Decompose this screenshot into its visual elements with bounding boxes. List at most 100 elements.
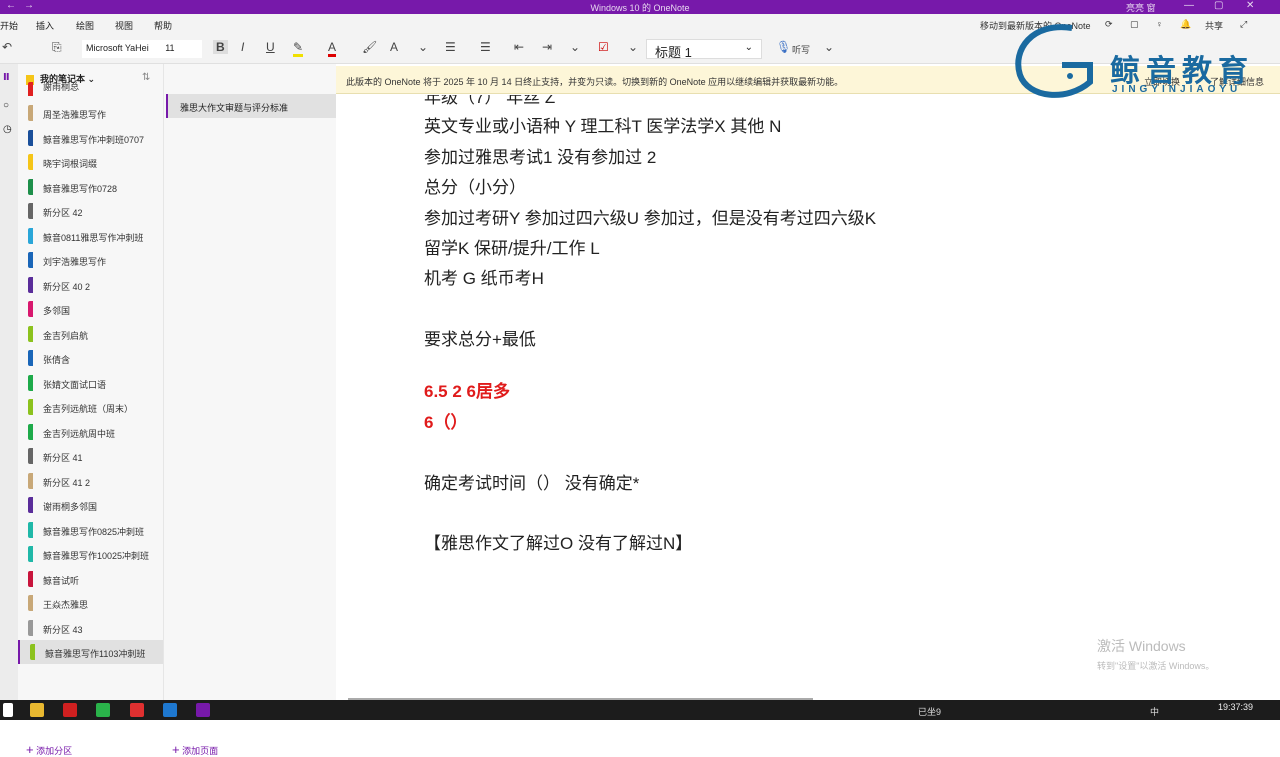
user-name[interactable]: 亮亮 窗: [1126, 1, 1156, 14]
section-item[interactable]: 周圣浩雅思写作: [18, 101, 163, 125]
note-line[interactable]: 6.5 2 6居多: [424, 377, 510, 402]
clear-format-icon[interactable]: A: [390, 40, 398, 54]
underline-button[interactable]: U: [266, 40, 275, 54]
microphone-icon[interactable]: 🎙: [776, 40, 791, 54]
section-color-tab: [28, 129, 33, 146]
wechat-icon[interactable]: [96, 703, 110, 717]
tab-draw[interactable]: 绘图: [76, 19, 94, 32]
note-line[interactable]: 要求总分+最低: [424, 325, 536, 350]
section-item[interactable]: 王焱杰雅思: [18, 591, 163, 615]
expand-icon[interactable]: ⤢: [1240, 19, 1247, 30]
section-item[interactable]: 新分区 43: [18, 616, 163, 640]
share-button[interactable]: 共享: [1205, 19, 1223, 32]
bold-button[interactable]: B: [213, 40, 228, 54]
maximize-button[interactable]: ▢: [1214, 0, 1223, 11]
section-item[interactable]: 新分区 40 2: [18, 273, 163, 297]
search-icon[interactable]: ○: [3, 100, 9, 111]
chevron-down-icon[interactable]: ⌄: [628, 40, 638, 54]
section-label: 王焱杰雅思: [43, 600, 89, 610]
minimize-button[interactable]: —: [1184, 0, 1194, 11]
section-item[interactable]: 鲸音雅思写作0825冲刺班: [18, 518, 163, 542]
note-content[interactable]: 年级（7） 年丝 Z 英文专业或小语种 Y 理工科T 医学法学X 其他 N 参加过雅…: [336, 95, 1280, 700]
ime-indicator[interactable]: 中: [1150, 705, 1159, 718]
chevron-down-icon[interactable]: ⌄: [418, 40, 428, 54]
note-line[interactable]: 总分（小分）: [424, 173, 526, 198]
italic-button[interactable]: I: [241, 40, 244, 54]
tab-insert[interactable]: 插入: [36, 19, 54, 32]
chevron-down-icon[interactable]: ⌄: [824, 40, 834, 54]
file-explorer-icon[interactable]: [30, 703, 44, 717]
indent-icon[interactable]: ⇥: [542, 40, 552, 54]
end-of-support-banner: 此版本的 OneNote 将于 2025 年 10 月 14 日终止支持，并变为…: [336, 66, 1280, 94]
start-icon[interactable]: [3, 703, 13, 717]
move-to-new-onenote-link[interactable]: 移动到最新版本的 OneNote: [980, 19, 1091, 32]
section-item[interactable]: 新分区 41 2: [18, 469, 163, 493]
outdent-icon[interactable]: ⇤: [514, 40, 524, 54]
learn-more-button[interactable]: 了解详细信息: [1210, 75, 1264, 88]
add-section-button[interactable]: + 添加分区: [26, 742, 72, 757]
section-item[interactable]: 多邻国: [18, 297, 163, 321]
section-item[interactable]: 鲸音雅思写作1103冲刺班: [18, 640, 163, 664]
note-line[interactable]: 机考 G 纸币考H: [424, 264, 544, 289]
pages-icon[interactable]: ▢: [1130, 19, 1139, 30]
note-line[interactable]: 6（）: [424, 408, 467, 433]
tab-help[interactable]: 帮助: [154, 19, 172, 32]
note-line[interactable]: 【雅思作文了解过O 没有了解过N】: [424, 529, 692, 554]
format-painter-icon[interactable]: 🖌: [362, 40, 377, 54]
highlight-icon[interactable]: ✎: [293, 40, 304, 57]
font-name-input[interactable]: Microsoft YaHei 11: [82, 40, 202, 58]
clock[interactable]: 19:37:39: [1218, 702, 1253, 712]
section-item[interactable]: 谢雨桐多邻国: [18, 493, 163, 517]
close-button[interactable]: ✕: [1246, 0, 1254, 11]
onenote-icon[interactable]: [196, 703, 210, 717]
section-item[interactable]: 鲸音雅思写作0728: [18, 175, 163, 199]
section-item[interactable]: 金吉列远航周中班: [18, 420, 163, 444]
sync-icon[interactable]: ⟳: [1105, 19, 1113, 30]
section-color-tab: [28, 227, 33, 244]
tab-view[interactable]: 视图: [115, 19, 133, 32]
section-item[interactable]: 晓宇词根词缀: [18, 150, 163, 174]
youdao-icon[interactable]: [130, 703, 144, 717]
font-size[interactable]: 11: [165, 43, 174, 53]
undo-icon[interactable]: ↶: [2, 40, 12, 54]
chevron-down-icon[interactable]: ⌄: [570, 40, 580, 54]
note-line[interactable]: 英文专业或小语种 Y 理工科T 医学法学X 其他 N: [424, 112, 781, 137]
numbered-list-icon[interactable]: ☰: [480, 40, 491, 54]
note-line[interactable]: 确定考试时间（） 没有确定*: [424, 469, 639, 494]
note-line[interactable]: 参加过雅思考试1 没有参加过 2: [424, 143, 656, 168]
section-item[interactable]: 鲸音试听: [18, 567, 163, 591]
section-item[interactable]: 新分区 41: [18, 444, 163, 468]
notebooks-icon[interactable]: Ⅱ: [3, 72, 10, 83]
app-icon[interactable]: [163, 703, 177, 717]
notification-icon[interactable]: 🔔: [1180, 19, 1191, 30]
weather-status[interactable]: 已坐9: [918, 705, 941, 718]
clipboard-icon[interactable]: ⎘: [52, 40, 62, 55]
bullet-list-icon[interactable]: ☰: [445, 40, 456, 54]
section-item[interactable]: 金吉列远航班（周末）: [18, 395, 163, 419]
lightbulb-icon[interactable]: ♀: [1156, 19, 1163, 29]
section-color-tab: [28, 595, 33, 611]
note-line[interactable]: 留学K 保研/提升/工作 L: [424, 234, 600, 259]
section-item[interactable]: 鲸音雅思写作10025冲刺班: [18, 542, 163, 566]
section-item[interactable]: 金吉列启航: [18, 322, 163, 346]
style-select[interactable]: 标题 1 ⌄: [646, 39, 762, 60]
page-item[interactable]: 雅思大作文审题与评分标准: [166, 94, 336, 118]
note-line[interactable]: 年级（7） 年丝 Z: [424, 95, 555, 108]
section-item[interactable]: 张倩含: [18, 346, 163, 370]
todo-checkbox-icon[interactable]: ☑: [598, 40, 609, 54]
section-item[interactable]: 新分区 42: [18, 199, 163, 223]
add-page-button[interactable]: + 添加页面: [172, 742, 218, 757]
note-line[interactable]: 参加过考研Y 参加过四六级U 参加过，但是没有考过四六级K: [424, 204, 876, 229]
wps-icon[interactable]: [63, 703, 77, 717]
font-color-icon[interactable]: A: [328, 40, 337, 57]
section-item[interactable]: 刘宇浩雅思写作: [18, 248, 163, 272]
section-item[interactable]: 张婧文面试口语: [18, 371, 163, 395]
section-item[interactable]: 鲸音雅思写作冲刺班0707: [18, 126, 163, 150]
dictate-button[interactable]: 听写: [792, 43, 810, 56]
recent-icon[interactable]: ◷: [3, 124, 12, 135]
sort-icon[interactable]: ⇅: [142, 72, 150, 83]
section-item[interactable]: 謝雨桐总: [18, 82, 163, 96]
section-color-tab: [28, 374, 33, 391]
section-item[interactable]: 鲸音0811雅思写作冲刺班: [18, 224, 163, 248]
switch-now-button[interactable]: 立即切换: [1144, 75, 1180, 88]
